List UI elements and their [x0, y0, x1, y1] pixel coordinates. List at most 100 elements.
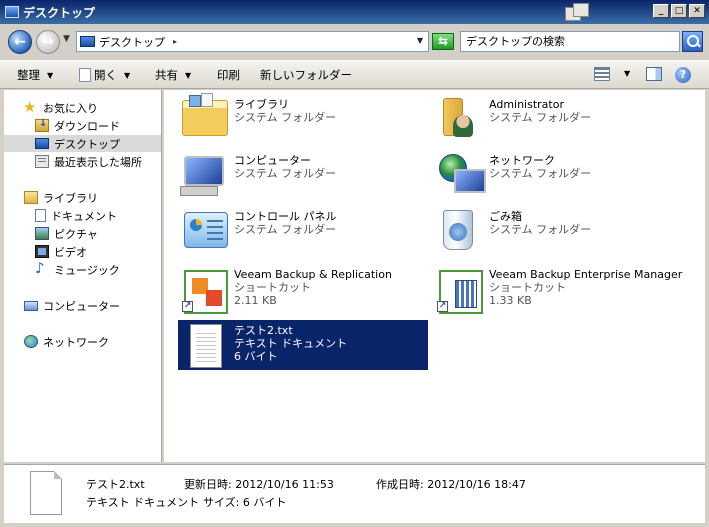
pictures-icon	[35, 227, 49, 240]
shortcut-arrow-icon: ↗	[182, 301, 193, 312]
list-item[interactable]: ↗ Veeam Backup Enterprise Manager ショートカッ…	[433, 264, 683, 314]
item-type: システム フォルダー	[489, 111, 592, 124]
item-type: ショートカット	[489, 281, 566, 294]
recycle-bin-icon	[437, 210, 485, 254]
text-file-icon	[30, 471, 62, 515]
navigation-pane: お気に入り ダウンロード デスクトップ 最近表示した場所 ライブラリ ドキュメン…	[4, 90, 162, 462]
nav-item-label: ライブラリ	[43, 191, 98, 205]
item-text: ライブラリ システム フォルダー	[234, 98, 336, 124]
nav-item-libraries[interactable]: ライブラリ	[24, 189, 178, 206]
address-bar[interactable]: デスクトップ ▸ ▼	[76, 31, 429, 52]
preview-pane-icon[interactable]	[646, 67, 662, 81]
list-item-selected[interactable]: テスト2.txt テキスト ドキュメント 6 バイト	[178, 320, 428, 370]
maximize-button[interactable]: □	[671, 4, 687, 18]
print-label: 印刷	[217, 68, 240, 82]
history-dropdown-icon[interactable]: ▼	[63, 34, 70, 44]
nav-item-label: ドキュメント	[51, 209, 117, 223]
search-icon[interactable]	[682, 31, 703, 52]
open-label: 開く	[94, 68, 117, 82]
item-type: システム フォルダー	[234, 167, 337, 180]
item-type: テキスト ドキュメント	[234, 337, 348, 350]
list-item[interactable]: ネットワーク システム フォルダー	[433, 150, 683, 200]
view-options-icon[interactable]	[594, 67, 610, 81]
minimize-button[interactable]: _	[653, 4, 669, 18]
nav-item-label: ミュージック	[54, 263, 120, 277]
forward-arrow-icon: →	[42, 34, 54, 50]
item-name: ライブラリ	[234, 98, 289, 111]
size-value: 6 バイト	[242, 496, 287, 509]
chevron-down-icon: ▼	[185, 70, 192, 80]
item-type: システム フォルダー	[489, 223, 592, 236]
search-input[interactable]: デスクトップの検索	[460, 31, 680, 52]
nav-item-label: お気に入り	[43, 101, 98, 115]
list-item[interactable]: Administrator システム フォルダー	[433, 94, 683, 144]
created-value: 2012/10/16 18:47	[427, 478, 526, 491]
item-text: Veeam Backup Enterprise Manager ショートカット …	[489, 268, 682, 307]
help-icon[interactable]: ?	[675, 67, 691, 83]
shortcut-arrow-icon: ↗	[437, 301, 448, 312]
share-label: 共有	[155, 68, 178, 82]
list-item[interactable]: ライブラリ システム フォルダー	[178, 93, 428, 144]
back-button[interactable]: ←	[8, 30, 32, 54]
breadcrumb-chevron-icon[interactable]: ▸	[173, 37, 177, 46]
close-button[interactable]: ✕	[689, 4, 705, 18]
nav-item-desktop[interactable]: デスクトップ	[4, 135, 161, 152]
details-modified: 更新日時: 2012/10/16 11:53	[184, 476, 334, 492]
item-name: コントロール パネル	[234, 210, 337, 223]
refresh-button[interactable]: ⇆	[432, 33, 454, 50]
nav-item-label: 最近表示した場所	[54, 155, 142, 169]
desktop-icon	[35, 138, 49, 149]
network-icon	[437, 154, 486, 198]
library-icon	[182, 93, 230, 142]
favorites-star-icon	[23, 98, 38, 116]
nav-item-computer[interactable]: コンピューター	[24, 297, 178, 314]
list-item[interactable]: ↗ Veeam Backup & Replication ショートカット 2.1…	[178, 264, 428, 314]
item-type: ショートカット	[234, 281, 311, 294]
details-file-type: テキスト ドキュメント	[86, 496, 200, 509]
window-ghost-icon	[565, 3, 591, 23]
nav-item-label: ピクチャ	[54, 227, 98, 241]
list-item[interactable]: コントロール パネル システム フォルダー	[178, 206, 428, 256]
computer-icon	[180, 154, 230, 198]
explorer-window: デスクトップ _ □ ✕ ← → ▼ デスクトップ ▸ ▼ ⇆ デスクトップの検…	[0, 0, 709, 527]
computer-icon	[24, 300, 38, 311]
share-button[interactable]: 共有 ▼	[155, 67, 191, 83]
open-button[interactable]: 開く ▼	[79, 67, 130, 83]
item-type: システム フォルダー	[234, 111, 337, 124]
item-type: システム フォルダー	[234, 223, 337, 236]
desktop-icon	[5, 6, 19, 18]
item-text: コンピューター システム フォルダー	[234, 154, 336, 180]
details-file-name: テスト2.txt	[86, 478, 145, 491]
chevron-down-icon: ▼	[47, 70, 54, 80]
organize-button[interactable]: 整理 ▼	[17, 67, 53, 83]
item-name: コンピューター	[234, 154, 311, 167]
list-item[interactable]: コンピューター システム フォルダー	[178, 150, 428, 200]
open-icon	[79, 68, 91, 82]
desktop-icon	[80, 36, 95, 47]
item-name: Veeam Backup & Replication	[234, 268, 392, 281]
nav-item-network[interactable]: ネットワーク	[24, 333, 178, 350]
new-folder-label: 新しいフォルダー	[260, 68, 352, 82]
nav-item-favorites[interactable]: お気に入り	[23, 98, 178, 116]
address-text[interactable]: デスクトップ	[99, 34, 165, 50]
veeam-br-icon: ↗	[182, 268, 230, 314]
nav-item-label: ビデオ	[54, 245, 87, 259]
forward-button[interactable]: →	[36, 30, 60, 54]
network-icon	[24, 335, 38, 348]
chevron-down-icon[interactable]: ▼	[624, 69, 630, 78]
title-bar[interactable]: デスクトップ _ □ ✕	[0, 0, 709, 24]
address-dropdown-icon[interactable]: ▼	[417, 36, 423, 45]
item-text: コントロール パネル システム フォルダー	[234, 210, 337, 236]
new-folder-button[interactable]: 新しいフォルダー	[260, 67, 352, 83]
item-text: Administrator システム フォルダー	[489, 98, 591, 124]
item-name: ネットワーク	[489, 154, 555, 167]
text-file-icon	[182, 324, 230, 368]
item-size: 1.33 KB	[489, 294, 532, 307]
list-item[interactable]: ごみ箱 システム フォルダー	[433, 206, 683, 256]
item-name: Veeam Backup Enterprise Manager	[489, 268, 683, 281]
libraries-icon	[24, 191, 38, 204]
downloads-folder-icon	[35, 118, 49, 132]
details-size: サイズ: 6 バイト	[203, 494, 286, 510]
organize-label: 整理	[17, 68, 40, 82]
print-button[interactable]: 印刷	[217, 67, 240, 83]
